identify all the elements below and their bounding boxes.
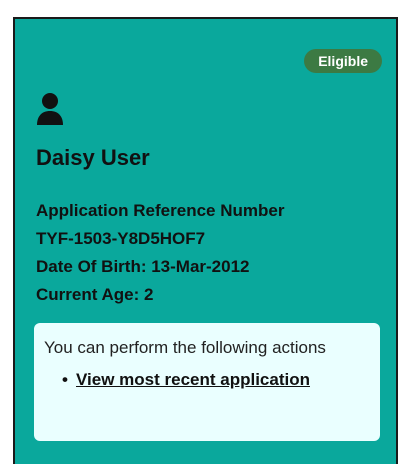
actions-list: View most recent application: [44, 367, 370, 393]
applicant-name: Daisy User: [36, 145, 150, 170]
date-of-birth: Date Of Birth: 13-Mar-2012: [36, 257, 250, 276]
status-badge: Eligible: [304, 49, 382, 73]
reference-number: TYF-1503-Y8D5HOF7: [36, 229, 206, 248]
actions-intro: You can perform the following actions: [44, 338, 326, 357]
applicant-card: Eligible Daisy User Application Referenc…: [13, 17, 398, 464]
view-recent-application-link[interactable]: View most recent application: [76, 370, 310, 389]
user-icon: [36, 92, 64, 126]
applicant-details: Application Reference Number TYF-1503-Y8…: [36, 197, 284, 309]
reference-label: Application Reference Number: [36, 201, 285, 220]
current-age: Current Age: 2: [36, 285, 154, 304]
actions-panel: You can perform the following actions Vi…: [34, 323, 380, 441]
list-item: View most recent application: [44, 367, 370, 393]
